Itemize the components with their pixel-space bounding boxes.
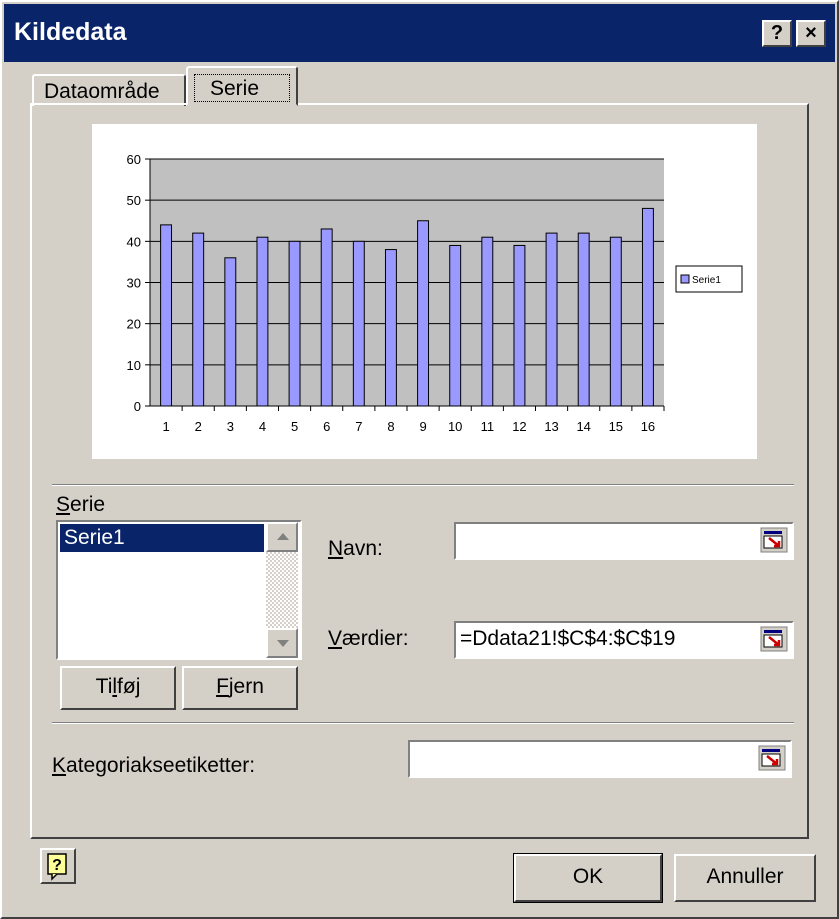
cancel-button[interactable]: Annuller — [674, 854, 816, 902]
arrow-down-icon — [277, 640, 289, 647]
help-question-icon: ? — [47, 853, 67, 881]
bar — [449, 244, 462, 407]
y-tick-label: 0 — [134, 399, 141, 414]
y-tick-label: 20 — [127, 317, 141, 332]
bar — [481, 236, 494, 407]
x-tick-label: 16 — [641, 419, 655, 434]
bar — [545, 232, 558, 407]
series-scrollbar[interactable] — [266, 522, 298, 658]
remove-series-button[interactable]: Fjern — [182, 666, 298, 710]
ok-button[interactable]: OK — [513, 853, 663, 903]
chart-svg: 01020304050601 2 3 4 5 6 7 8 9 10 11 12 13 14 15 16Seri… — [127, 152, 743, 434]
tab-serie-label: Serie — [210, 77, 260, 100]
collapse-dialog-icon[interactable] — [760, 626, 788, 652]
y-tick-label: 10 — [127, 358, 141, 373]
bar — [352, 240, 365, 407]
x-tick-label: 15 — [609, 419, 623, 434]
y-tick-label: 50 — [127, 193, 141, 208]
x-tick-label: 3 — [227, 419, 234, 434]
remove-btn-accel: F — [216, 675, 229, 698]
x-tick-label: 14 — [576, 419, 590, 434]
close-button[interactable]: × — [796, 20, 826, 47]
values-label-accel: V — [328, 627, 343, 650]
scroll-down-button[interactable] — [266, 628, 298, 658]
y-tick-label: 30 — [127, 276, 141, 291]
name-label-accel: N — [328, 537, 344, 560]
legend-swatch — [680, 274, 690, 284]
window-title: Kildedata — [14, 18, 127, 46]
x-tick-label: 8 — [387, 419, 394, 434]
series-list-label: Serie — [56, 493, 105, 517]
tab-dataomrade-label: Dataområde — [44, 80, 160, 103]
values-label-rest: ærdier: — [342, 627, 409, 650]
x-tick-label: 11 — [481, 419, 495, 434]
category-label-accel: K — [52, 754, 67, 777]
bar — [577, 232, 590, 407]
name-field[interactable] — [454, 522, 794, 560]
x-tick-label: 6 — [323, 419, 330, 434]
add-btn-post: føj — [117, 675, 141, 698]
add-series-button[interactable]: Tilføj — [60, 666, 176, 710]
remove-btn-post: jern — [228, 675, 264, 698]
name-label: Navn: — [328, 537, 383, 561]
category-labels-field[interactable] — [408, 740, 792, 778]
bar — [384, 249, 397, 407]
name-label-rest: avn: — [343, 537, 383, 560]
category-label-rest: ategoriakseetiketter: — [66, 754, 256, 777]
help-title-button[interactable]: ? — [762, 20, 792, 47]
x-tick-label: 10 — [448, 419, 462, 434]
category-label: Kategoriakseetiketter: — [52, 754, 255, 778]
tab-dataomrade[interactable]: Dataområde — [32, 74, 186, 106]
bar — [160, 224, 173, 407]
x-tick-label: 1 — [162, 419, 169, 434]
bar — [417, 220, 430, 407]
arrow-up-icon — [277, 533, 289, 540]
tab-serie[interactable]: Serie — [186, 66, 298, 106]
bar — [513, 244, 526, 407]
x-tick-label: 5 — [291, 419, 298, 434]
y-tick-label: 60 — [127, 152, 141, 167]
bar — [641, 207, 654, 407]
series-label-accel: S — [56, 493, 71, 516]
bar — [192, 232, 205, 407]
x-tick-label: 7 — [355, 419, 362, 434]
bar — [224, 257, 237, 407]
title-bar[interactable]: Kildedata ? × — [4, 4, 835, 62]
x-tick-label: 4 — [259, 419, 266, 434]
chart-preview: 0 10 20 30 40 50 60 1 2 3 4 5 6 7 8 9 10 11 12 13 14 15 16 Seri… — [92, 124, 757, 459]
values-field[interactable]: =Ddata21!$C$4:$C$19 — [454, 621, 794, 659]
svg-text:?: ? — [52, 857, 62, 874]
bar — [609, 236, 622, 407]
y-tick-label: 40 — [127, 234, 141, 249]
bar — [320, 228, 333, 407]
help-button[interactable]: ? — [40, 848, 76, 884]
legend-label: Serie1 — [692, 275, 721, 286]
x-tick-label: 12 — [512, 419, 526, 434]
series-listbox[interactable]: Serie1 — [56, 520, 302, 660]
values-field-value: =Ddata21!$C$4:$C$19 — [460, 627, 676, 650]
bar — [288, 240, 301, 407]
dialog-window: Kildedata ? × Dataområde Serie 0 10 20 30 40… — [0, 0, 839, 919]
collapse-dialog-icon[interactable] — [758, 745, 786, 771]
scroll-up-button[interactable] — [266, 522, 298, 552]
separator-bottom — [52, 722, 794, 724]
values-label: Værdier: — [328, 627, 409, 651]
x-tick-label: 2 — [195, 419, 202, 434]
series-label-rest: erie — [70, 493, 106, 516]
x-tick-label: 13 — [544, 419, 558, 434]
separator-top — [52, 484, 794, 486]
add-btn-pre: Ti — [95, 675, 113, 698]
collapse-dialog-icon[interactable] — [760, 527, 788, 553]
x-tick-label: 9 — [419, 419, 426, 434]
bar — [256, 236, 269, 407]
series-list-item[interactable]: Serie1 — [60, 524, 264, 552]
